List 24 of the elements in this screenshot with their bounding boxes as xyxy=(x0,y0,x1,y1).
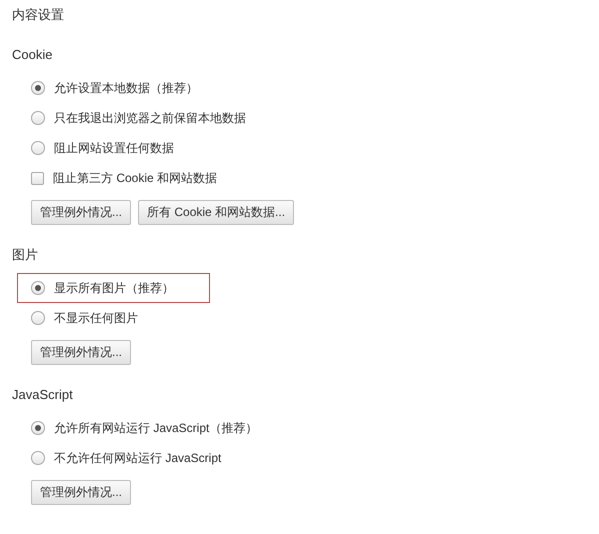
section-heading: 图片 xyxy=(11,246,39,264)
radio-button[interactable] xyxy=(31,111,45,125)
section-heading: Cookie xyxy=(11,46,54,64)
page-title: 内容设置 xyxy=(11,6,65,24)
radio-button[interactable] xyxy=(31,421,45,435)
option-label[interactable]: 不显示任何图片 xyxy=(54,310,138,326)
section-heading: JavaScript xyxy=(11,386,74,404)
option-label[interactable]: 显示所有图片（推荐） xyxy=(54,280,174,296)
settings-button[interactable]: 所有 Cookie 和网站数据... xyxy=(138,200,294,225)
option-label[interactable]: 只在我退出浏览器之前保留本地数据 xyxy=(54,110,246,126)
radio-button[interactable] xyxy=(31,141,45,155)
option-label[interactable]: 阻止第三方 Cookie 和网站数据 xyxy=(53,170,218,186)
radio-button[interactable] xyxy=(31,81,45,95)
option-label[interactable]: 允许所有网站运行 JavaScript（推荐） xyxy=(54,420,258,436)
radio-button[interactable] xyxy=(31,311,45,325)
option-label[interactable]: 允许设置本地数据（推荐） xyxy=(54,80,198,96)
settings-button[interactable]: 管理例外情况... xyxy=(31,480,132,505)
option-label[interactable]: 不允许任何网站运行 JavaScript xyxy=(54,450,222,466)
radio-button[interactable] xyxy=(31,281,45,295)
radio-button[interactable] xyxy=(31,451,45,465)
option-label[interactable]: 阻止网站设置任何数据 xyxy=(54,140,174,156)
checkbox[interactable] xyxy=(31,172,44,184)
settings-button[interactable]: 管理例外情况... xyxy=(31,200,132,225)
settings-button[interactable]: 管理例外情况... xyxy=(31,340,132,365)
